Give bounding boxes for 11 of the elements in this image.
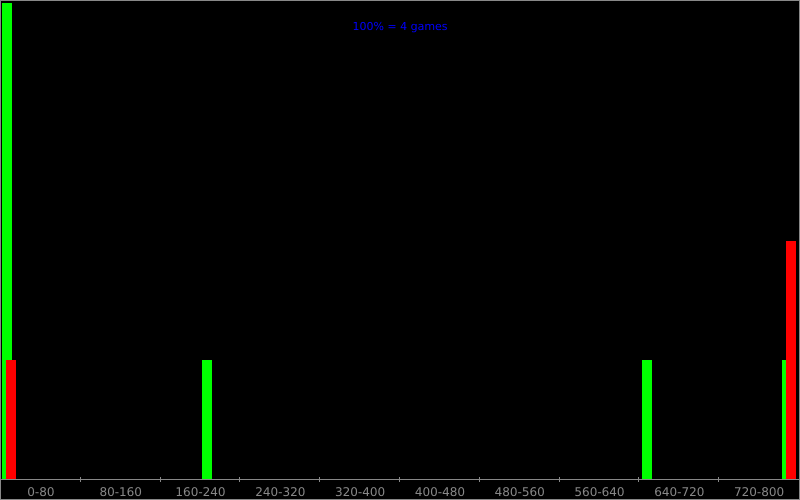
axis-label: 80-160	[99, 485, 142, 499]
axis-label: 0-80	[27, 485, 55, 499]
axis-label: 160-240	[175, 485, 226, 499]
axis-label: 240-320	[255, 485, 306, 499]
axis-label: 720-800	[734, 485, 784, 499]
chart-title: 100% = 4 games	[352, 20, 448, 33]
axis-label: 560-640	[574, 485, 625, 499]
axis-label: 400-480	[414, 485, 465, 499]
axis-label: 640-720	[654, 485, 704, 499]
axis-label: 320-400	[335, 485, 386, 499]
axis-label: 480-560	[494, 485, 545, 499]
